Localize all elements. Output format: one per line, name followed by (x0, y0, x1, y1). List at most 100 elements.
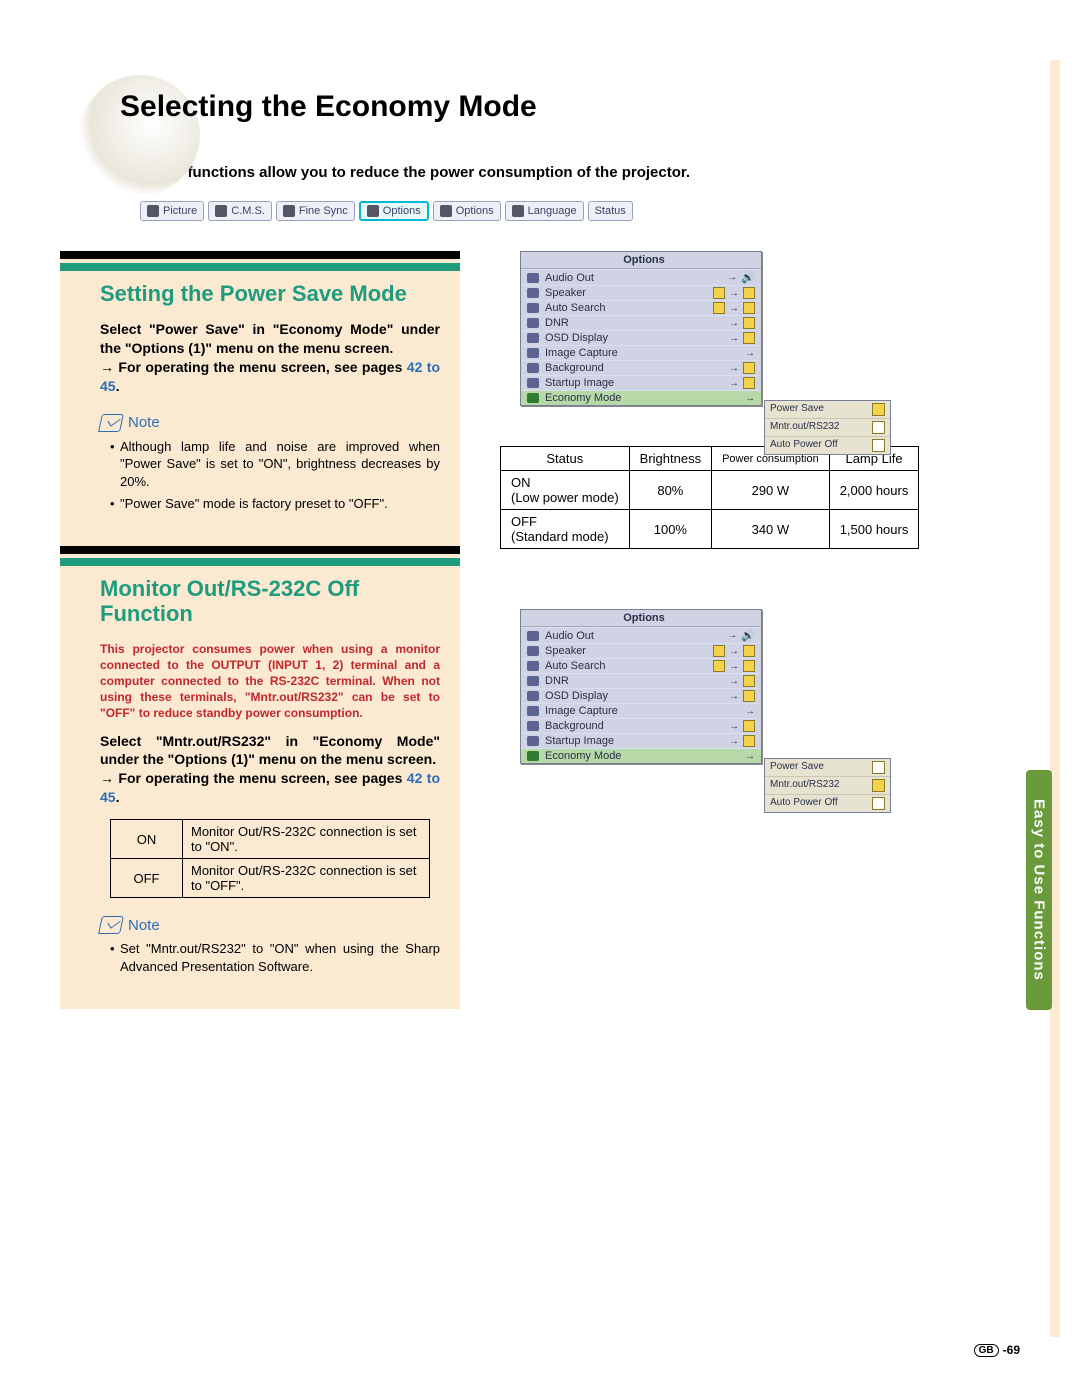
osd-item[interactable]: Auto Search (545, 302, 707, 314)
tab-label: Picture (163, 205, 197, 217)
checkbox-icon[interactable] (872, 761, 885, 774)
osd-item-economy[interactable]: Economy Mode (545, 392, 739, 404)
startup-icon (527, 736, 539, 746)
tab-fine-sync[interactable]: Fine Sync (276, 201, 355, 221)
tab-label: Status (595, 205, 626, 217)
osd-item[interactable]: Image Capture (545, 705, 739, 717)
osd-item[interactable]: Background (545, 720, 723, 732)
dnr-icon (527, 318, 539, 328)
osd-item[interactable]: DNR (545, 675, 723, 687)
note-icon (98, 414, 124, 432)
economy-submenu-2: Power Save Mntr.out/RS232 Auto Power Off (764, 758, 891, 813)
onoff-table: ON Monitor Out/RS-232C connection is set… (110, 819, 430, 898)
picture-icon (147, 205, 159, 217)
section2-instr1: Select "Mntr.out/RS232" in "Economy Mode… (100, 732, 440, 770)
osd-item[interactable]: Image Capture (545, 347, 739, 359)
economy-icon (527, 393, 539, 403)
economy-submenu-1: Power Save Mntr.out/RS232 Auto Power Off (764, 400, 891, 455)
tab-status[interactable]: Status (588, 201, 633, 221)
tab-language[interactable]: Language (505, 201, 584, 221)
osd-title: Options (623, 612, 665, 624)
tab-label: C.M.S. (231, 205, 265, 217)
osd-item[interactable]: Auto Search (545, 660, 707, 672)
section1-instr2: → For operating the menu screen, see pag… (100, 358, 440, 396)
checkbox-icon[interactable] (872, 797, 885, 810)
section2-title: Monitor Out/RS-232C Off Function (100, 576, 440, 627)
checkbox-icon[interactable] (872, 403, 885, 416)
capture-icon (527, 706, 539, 716)
tab-label: Fine Sync (299, 205, 348, 217)
td-status-on: ON (Low power mode) (501, 471, 630, 510)
osd-item[interactable]: OSD Display (545, 690, 723, 702)
tab-picture[interactable]: Picture (140, 201, 204, 221)
intro-text: These functions allow you to reduce the … (140, 164, 1020, 181)
tab-cms[interactable]: C.M.S. (208, 201, 272, 221)
submenu-power-save[interactable]: Power Save (770, 403, 824, 416)
tab-label: Options (456, 205, 494, 217)
osd-item[interactable]: Audio Out (545, 272, 721, 284)
note-text: Note (128, 414, 160, 431)
economy-icon (527, 751, 539, 761)
dnr-icon (527, 676, 539, 686)
section1-instr1: Select "Power Save" in "Economy Mode" un… (100, 320, 440, 358)
note-label-2: Note (100, 916, 440, 934)
onoff-off-text: Monitor Out/RS-232C connection is set to… (183, 859, 430, 898)
search-icon (527, 661, 539, 671)
section-bar-green (60, 558, 460, 566)
tab-label: Language (528, 205, 577, 217)
checkbox-icon[interactable] (872, 779, 885, 792)
tab-options-1[interactable]: Options (359, 201, 429, 221)
td-status-off: OFF (Standard mode) (501, 510, 630, 549)
language-icon (512, 205, 524, 217)
onoff-on-label: ON (111, 820, 183, 859)
osd-item[interactable]: Background (545, 362, 723, 374)
submenu-power-save[interactable]: Power Save (770, 761, 824, 774)
th-status: Status (501, 447, 630, 471)
osd-icon (527, 333, 539, 343)
onoff-off-label: OFF (111, 859, 183, 898)
startup-icon (527, 378, 539, 388)
osd-item[interactable]: Speaker (545, 287, 707, 299)
page-title: Selecting the Economy Mode (120, 90, 1020, 124)
osd-item[interactable]: OSD Display (545, 332, 723, 344)
region-badge: GB (974, 1344, 999, 1357)
audio-icon (527, 631, 539, 641)
osd-icon (527, 691, 539, 701)
cms-icon (215, 205, 227, 217)
osd-item[interactable]: Speaker (545, 645, 707, 657)
submenu-auto-off[interactable]: Auto Power Off (770, 439, 838, 452)
section-bar-black (60, 546, 460, 554)
submenu-mntr[interactable]: Mntr.out/RS232 (770, 779, 839, 792)
note-text: Note (128, 917, 160, 934)
onoff-on-text: Monitor Out/RS-232C connection is set to… (183, 820, 430, 859)
td-lamp-off: 1,500 hours (829, 510, 919, 549)
page-number: GB -69 (974, 1343, 1020, 1357)
td-power-off: 340 W (712, 510, 830, 549)
osd-item[interactable]: DNR (545, 317, 723, 329)
menu-tab-row: Picture C.M.S. Fine Sync Options Options… (140, 201, 1020, 221)
osd-item[interactable]: Startup Image (545, 735, 723, 747)
osd-title: Options (623, 254, 665, 266)
tab-options-2[interactable]: Options (433, 201, 501, 221)
page-number-num: -69 (1003, 1343, 1020, 1357)
power-save-table: Status Brightness Power consumption Lamp… (500, 446, 919, 549)
submenu-auto-off[interactable]: Auto Power Off (770, 797, 838, 810)
td-lamp-on: 2,000 hours (829, 471, 919, 510)
td-bright-off: 100% (629, 510, 711, 549)
osd-item[interactable]: Startup Image (545, 377, 723, 389)
txt: . (116, 789, 120, 805)
side-tab-label: Easy to Use Functions (1031, 799, 1048, 981)
options-icon (367, 205, 379, 217)
td-bright-on: 80% (629, 471, 711, 510)
submenu-mntr[interactable]: Mntr.out/RS232 (770, 421, 839, 434)
section2-red-text: This projector consumes power when using… (100, 641, 440, 722)
th-brightness: Brightness (629, 447, 711, 471)
section-bar-black (60, 251, 460, 259)
checkbox-icon[interactable] (872, 439, 885, 452)
note-icon (98, 916, 124, 934)
section1-title: Setting the Power Save Mode (100, 281, 440, 306)
speaker-icon (527, 288, 539, 298)
checkbox-icon[interactable] (872, 421, 885, 434)
osd-item-economy[interactable]: Economy Mode (545, 750, 739, 762)
osd-item[interactable]: Audio Out (545, 630, 721, 642)
